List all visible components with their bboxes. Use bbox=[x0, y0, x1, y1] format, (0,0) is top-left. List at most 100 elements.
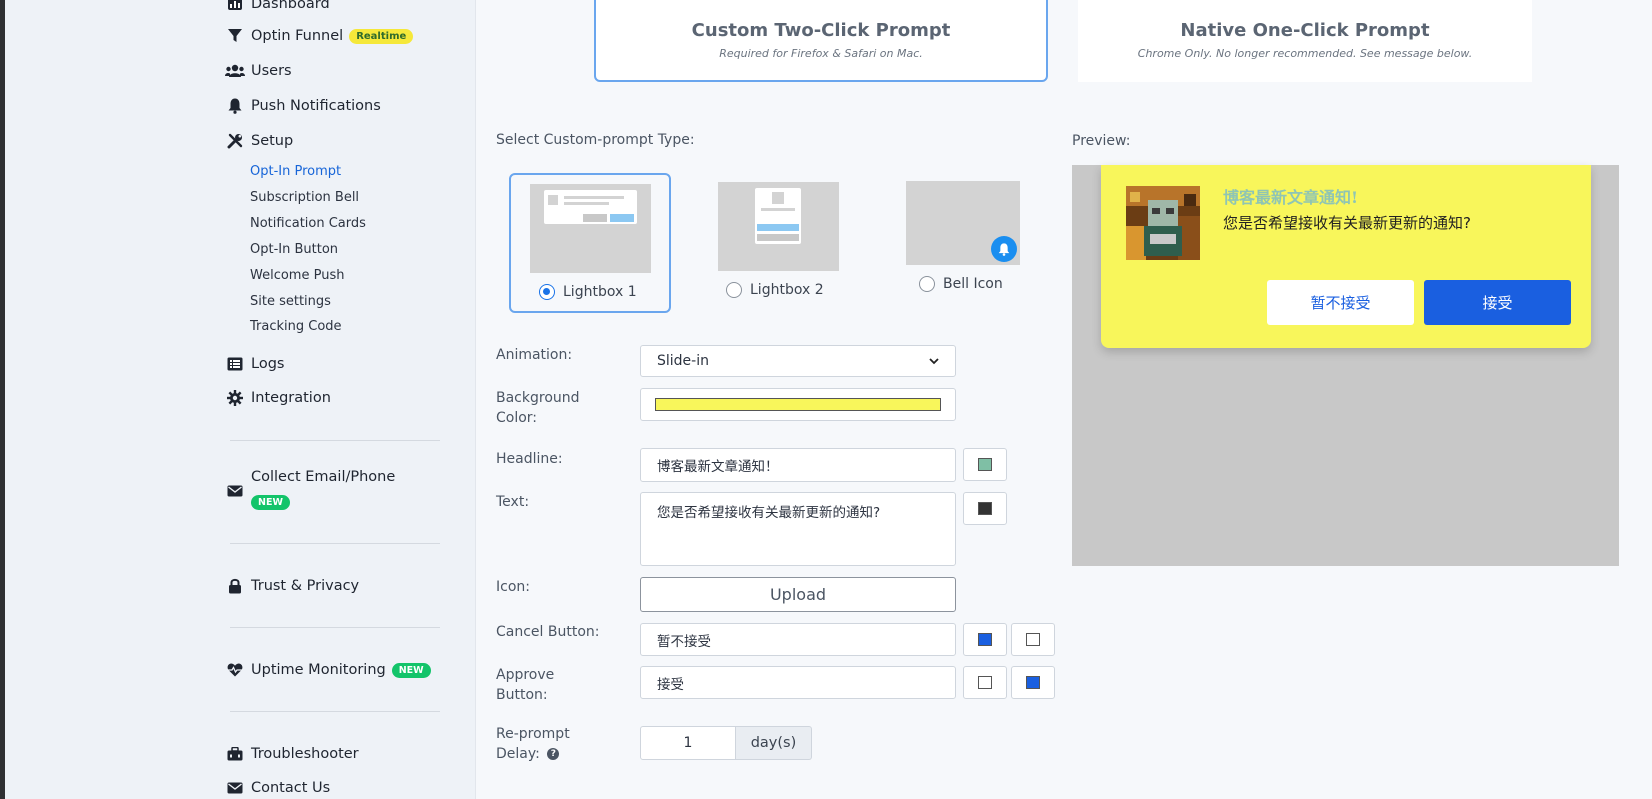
sidebar-divider bbox=[230, 440, 440, 441]
native-card-subtitle: Chrome Only. No longer recommended. See … bbox=[1137, 47, 1473, 60]
heartbeat-icon bbox=[225, 661, 245, 679]
sidebar-item-uptime-monitoring[interactable]: Uptime Monitoring NEW bbox=[225, 658, 431, 682]
reprompt-delay-input[interactable]: 1 bbox=[640, 726, 736, 760]
sidebar: Dashboard Optin Funnel Realtime Users Pu… bbox=[5, 0, 476, 799]
bell-icon-thumbnail bbox=[906, 181, 1020, 265]
cancel-button-label: Cancel Button: bbox=[496, 624, 600, 640]
native-card-title: Native One-Click Prompt bbox=[1180, 20, 1430, 41]
sidebar-sub-welcome-push[interactable]: Welcome Push bbox=[250, 268, 344, 283]
sidebar-item-label: Collect Email/Phone bbox=[251, 469, 396, 485]
preview-text: 您是否希望接收有关最新更新的通知? bbox=[1223, 214, 1471, 232]
sidebar-divider bbox=[230, 543, 440, 544]
bell-icon bbox=[991, 236, 1017, 262]
bell-icon-label: Bell Icon bbox=[943, 276, 1003, 292]
preview-cancel-button[interactable]: 暂不接受 bbox=[1267, 280, 1414, 325]
approve-button-value: 接受 bbox=[657, 676, 684, 693]
preview-icon-image bbox=[1126, 186, 1200, 260]
sidebar-sub-subscription-bell[interactable]: Subscription Bell bbox=[250, 190, 359, 205]
cancel-button-value: 暂不接受 bbox=[657, 633, 711, 650]
background-color-field[interactable] bbox=[640, 388, 956, 421]
cancel-button-input[interactable]: 暂不接受 bbox=[640, 623, 956, 656]
sidebar-item-label: Dashboard bbox=[251, 0, 330, 12]
sidebar-item-logs[interactable]: Logs bbox=[225, 352, 284, 376]
sidebar-item-contact-us[interactable]: Contact Us bbox=[225, 776, 330, 799]
sidebar-sub-optin-prompt[interactable]: Opt-In Prompt bbox=[250, 164, 341, 179]
preview-approve-label: 接受 bbox=[1482, 294, 1513, 312]
sidebar-item-collect-email-phone[interactable]: Collect Email/Phone NEW bbox=[225, 469, 396, 510]
text-textarea[interactable]: 您是否希望接收有关最新更新的通知? bbox=[640, 492, 956, 566]
cancel-bg-color-swatch bbox=[1026, 633, 1040, 646]
bell-icon bbox=[225, 97, 245, 115]
type-option-lightbox-2[interactable]: Lightbox 2 bbox=[698, 173, 860, 313]
bell-icon-radio[interactable]: Bell Icon bbox=[919, 276, 1003, 292]
radio-button[interactable] bbox=[919, 276, 935, 292]
radio-button[interactable] bbox=[539, 284, 555, 300]
animation-select[interactable]: Slide-in bbox=[640, 345, 956, 377]
sidebar-sub-notification-cards[interactable]: Notification Cards bbox=[250, 216, 366, 231]
lightbox-2-thumbnail bbox=[718, 182, 839, 271]
sidebar-item-trust-privacy[interactable]: Trust & Privacy bbox=[225, 574, 359, 598]
text-color-button[interactable] bbox=[963, 492, 1007, 525]
animation-value: Slide-in bbox=[657, 353, 709, 369]
lightbox-1-radio[interactable]: Lightbox 1 bbox=[539, 284, 637, 300]
reprompt-delay-unit: day(s) bbox=[736, 726, 812, 760]
cancel-bg-color-button[interactable] bbox=[1011, 623, 1055, 656]
approve-text-color-swatch bbox=[978, 676, 992, 689]
text-value: 您是否希望接收有关最新更新的通知? bbox=[657, 505, 881, 521]
preview-label: Preview: bbox=[1072, 133, 1131, 149]
sidebar-sub-site-settings[interactable]: Site settings bbox=[250, 294, 331, 309]
preview-cancel-label: 暂不接受 bbox=[1310, 294, 1371, 312]
reprompt-delay-group: 1 day(s) bbox=[640, 726, 812, 760]
icon-label: Icon: bbox=[496, 579, 530, 595]
approve-text-color-button[interactable] bbox=[963, 666, 1007, 699]
sidebar-item-label: Setup bbox=[251, 133, 294, 149]
lightbox-2-label: Lightbox 2 bbox=[750, 282, 824, 298]
reprompt-delay-label: Re-prompt Delay: ? bbox=[496, 724, 596, 764]
native-one-click-card[interactable]: Native One-Click Prompt Chrome Only. No … bbox=[1078, 0, 1532, 82]
preview-approve-button[interactable]: 接受 bbox=[1424, 280, 1571, 325]
lightbox-1-thumbnail bbox=[530, 184, 651, 273]
headline-color-swatch bbox=[978, 458, 992, 471]
sidebar-item-users[interactable]: Users bbox=[225, 59, 292, 83]
animation-label: Animation: bbox=[496, 347, 573, 363]
headline-input[interactable]: 博客最新文章通知！ bbox=[640, 448, 956, 482]
sidebar-item-label: Integration bbox=[251, 390, 331, 406]
toolbox-icon bbox=[225, 745, 245, 763]
sidebar-item-push-notifications[interactable]: Push Notifications bbox=[225, 94, 381, 118]
sidebar-divider bbox=[230, 627, 440, 628]
upload-button-label: Upload bbox=[769, 585, 827, 604]
headline-value: 博客最新文章通知！ bbox=[657, 459, 779, 475]
funnel-icon bbox=[225, 27, 245, 45]
preview-headline: 博客最新文章通知! bbox=[1223, 188, 1359, 207]
sidebar-item-dashboard[interactable]: Dashboard bbox=[225, 0, 330, 16]
help-icon[interactable]: ? bbox=[547, 748, 560, 760]
headline-color-button[interactable] bbox=[963, 448, 1007, 481]
sidebar-item-label: Push Notifications bbox=[251, 98, 381, 114]
type-option-lightbox-1[interactable]: Lightbox 1 bbox=[509, 173, 671, 313]
sidebar-sub-tracking-code[interactable]: Tracking Code bbox=[250, 319, 342, 334]
sidebar-item-troubleshooter[interactable]: Troubleshooter bbox=[225, 742, 359, 766]
sidebar-item-setup[interactable]: Setup bbox=[225, 129, 293, 153]
realtime-badge: Realtime bbox=[349, 28, 414, 44]
background-color-swatch bbox=[655, 398, 941, 411]
sidebar-item-label: Logs bbox=[251, 356, 285, 372]
radio-button[interactable] bbox=[726, 282, 742, 298]
upload-button[interactable]: Upload bbox=[640, 577, 956, 612]
custom-two-click-card[interactable]: Custom Two-Click Prompt Required for Fir… bbox=[594, 0, 1048, 82]
sidebar-item-label: Uptime Monitoring bbox=[251, 662, 386, 678]
custom-card-subtitle: Required for Firefox & Safari on Mac. bbox=[719, 47, 923, 60]
cancel-text-color-button[interactable] bbox=[963, 623, 1007, 656]
reprompt-delay-text: Re-prompt Delay: bbox=[496, 726, 570, 762]
approve-button-input[interactable]: 接受 bbox=[640, 666, 956, 699]
gear-icon bbox=[225, 389, 245, 407]
sidebar-divider bbox=[230, 711, 440, 712]
sidebar-item-optin-funnel[interactable]: Optin Funnel Realtime bbox=[225, 24, 414, 48]
approve-bg-color-button[interactable] bbox=[1011, 666, 1055, 699]
type-option-bell-icon[interactable]: Bell Icon bbox=[886, 173, 1048, 313]
sidebar-item-integration[interactable]: Integration bbox=[225, 386, 331, 410]
background-color-label: Background Color: bbox=[496, 390, 580, 426]
sidebar-sub-optin-button[interactable]: Opt-In Button bbox=[250, 242, 338, 257]
text-color-swatch bbox=[978, 502, 992, 515]
lightbox-2-radio[interactable]: Lightbox 2 bbox=[726, 282, 824, 298]
sidebar-item-label: Optin Funnel bbox=[251, 28, 344, 44]
